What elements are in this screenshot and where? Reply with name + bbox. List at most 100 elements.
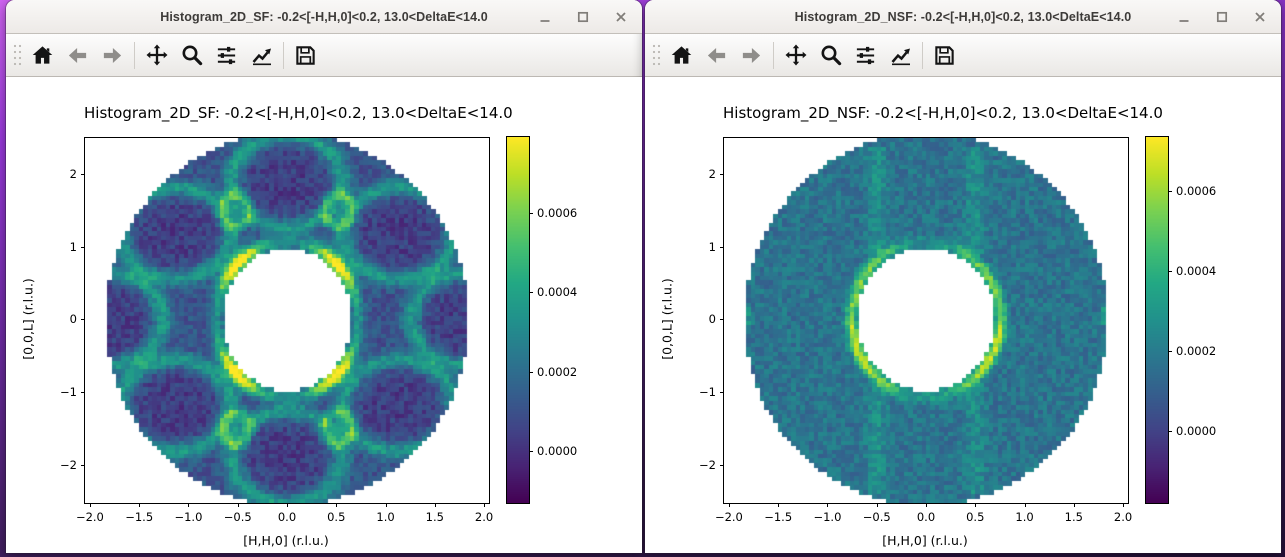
configure-subplots-button[interactable] bbox=[848, 38, 883, 72]
x-tick bbox=[778, 503, 780, 507]
figure-canvas-area: Histogram_2D_SF: -0.2<[-H,H,0]<0.2, 13.0… bbox=[6, 77, 642, 553]
x-tick bbox=[188, 503, 190, 507]
x-tick bbox=[89, 503, 91, 507]
save-button[interactable] bbox=[927, 38, 962, 72]
window-title: Histogram_2D_NSF: -0.2<[-H,H,0]<0.2, 13.… bbox=[794, 9, 1132, 24]
pan-button[interactable] bbox=[778, 38, 813, 72]
x-axis-label: [H,H,0] (r.l.u.) bbox=[882, 533, 968, 548]
zoom-button[interactable] bbox=[174, 38, 209, 72]
home-button[interactable] bbox=[664, 38, 699, 72]
back-button[interactable] bbox=[699, 38, 734, 72]
y-tick bbox=[81, 319, 85, 321]
x-tick bbox=[876, 503, 878, 507]
x-tick bbox=[728, 503, 730, 507]
window-histogram-2d-nsf: Histogram_2D_NSF: -0.2<[-H,H,0]<0.2, 13.… bbox=[645, 0, 1281, 553]
titlebar[interactable]: Histogram_2D_NSF: -0.2<[-H,H,0]<0.2, 13.… bbox=[645, 0, 1281, 34]
x-tick bbox=[287, 503, 288, 507]
heatmap-canvas-sf[interactable] bbox=[85, 138, 489, 503]
colorbar-canvas bbox=[507, 137, 529, 503]
edit-parameters-button[interactable] bbox=[883, 38, 918, 72]
toolbar-separator bbox=[283, 41, 284, 69]
colorbar-tick bbox=[529, 451, 533, 453]
colorbar-tick bbox=[1168, 351, 1172, 353]
y-tick-label: 1 bbox=[69, 239, 77, 254]
x-tick-label: 1.0 bbox=[1015, 510, 1034, 524]
y-tick-label: −2 bbox=[60, 457, 77, 472]
y-axis-label: [0,0,L] (r.l.u.) bbox=[659, 278, 675, 360]
matplotlib-toolbar bbox=[645, 34, 1281, 77]
colorbar-tick-label: 0.0004 bbox=[1176, 264, 1217, 279]
colorbar-tick bbox=[1168, 191, 1172, 193]
y-tick-label: 0 bbox=[708, 312, 716, 327]
x-tick-label: 0.5 bbox=[327, 510, 346, 524]
minimize-button[interactable] bbox=[1175, 8, 1193, 26]
y-tick bbox=[720, 464, 724, 466]
y-tick-label: 2 bbox=[708, 167, 716, 182]
x-tick bbox=[434, 503, 436, 507]
y-tick bbox=[720, 319, 724, 321]
x-tick-label: −2.0 bbox=[714, 510, 743, 524]
forward-button[interactable] bbox=[734, 38, 769, 72]
windows-row: Histogram_2D_SF: -0.2<[-H,H,0]<0.2, 13.0… bbox=[6, 0, 1281, 553]
colorbar-tick-label: 0.0000 bbox=[537, 444, 578, 459]
pan-button[interactable] bbox=[139, 38, 174, 72]
y-axis-label: [0,0,L] (r.l.u.) bbox=[20, 278, 36, 360]
colorbar-tick bbox=[1168, 431, 1172, 433]
close-button[interactable] bbox=[612, 8, 630, 26]
heatmap-canvas-nsf[interactable] bbox=[724, 138, 1128, 503]
maximize-button[interactable] bbox=[1213, 8, 1231, 26]
colorbar-tick bbox=[529, 371, 533, 373]
x-tick bbox=[1024, 503, 1026, 507]
x-tick bbox=[139, 503, 141, 507]
x-tick-label: 1.5 bbox=[1064, 510, 1083, 524]
figure-canvas-area: Histogram_2D_NSF: -0.2<[-H,H,0]<0.2, 13.… bbox=[645, 77, 1281, 553]
plot-title: Histogram_2D_NSF: -0.2<[-H,H,0]<0.2, 13.… bbox=[723, 104, 1163, 122]
configure-subplots-button[interactable] bbox=[209, 38, 244, 72]
toolbar-separator bbox=[922, 41, 923, 69]
colorbar-tick-label: 0.0002 bbox=[537, 364, 578, 379]
window-controls bbox=[1175, 0, 1269, 33]
x-tick bbox=[237, 503, 239, 507]
colorbar-tick bbox=[529, 213, 533, 215]
colorbar-canvas bbox=[1146, 137, 1168, 503]
x-tick-label: 2.0 bbox=[1113, 510, 1133, 524]
y-tick bbox=[81, 246, 85, 248]
zoom-button[interactable] bbox=[813, 38, 848, 72]
x-tick-label: −1.0 bbox=[174, 510, 203, 524]
window-histogram-2d-sf: Histogram_2D_SF: -0.2<[-H,H,0]<0.2, 13.0… bbox=[6, 0, 642, 553]
window-controls bbox=[536, 0, 630, 33]
x-tick bbox=[336, 503, 338, 507]
titlebar[interactable]: Histogram_2D_SF: -0.2<[-H,H,0]<0.2, 13.0… bbox=[6, 0, 642, 34]
edit-parameters-button[interactable] bbox=[244, 38, 279, 72]
colorbar-sf: 0.0000 0.0002 0.0004 0.0006 bbox=[506, 136, 577, 504]
colorbar-tick-label: 0.0006 bbox=[1176, 184, 1217, 199]
forward-button[interactable] bbox=[95, 38, 130, 72]
matplotlib-toolbar bbox=[6, 34, 642, 77]
y-tick-label: −1 bbox=[60, 384, 77, 399]
back-button[interactable] bbox=[60, 38, 95, 72]
x-tick-label: 0.0 bbox=[916, 510, 936, 524]
x-tick-label: 2.0 bbox=[474, 510, 494, 524]
colorbar-nsf: 0.0000 0.0002 0.0004 0.0006 bbox=[1145, 136, 1216, 504]
close-button[interactable] bbox=[1251, 8, 1269, 26]
save-button[interactable] bbox=[288, 38, 323, 72]
y-tick bbox=[720, 174, 724, 176]
x-tick bbox=[484, 503, 486, 507]
toolbar-drag-handle[interactable] bbox=[650, 42, 662, 68]
x-tick-label: 0.5 bbox=[966, 510, 985, 524]
x-tick-label: −2.0 bbox=[75, 510, 104, 524]
x-tick-label: 1.5 bbox=[425, 510, 444, 524]
x-tick bbox=[827, 503, 829, 507]
maximize-button[interactable] bbox=[574, 8, 592, 26]
x-tick bbox=[1073, 503, 1075, 507]
y-tick bbox=[81, 464, 85, 466]
toolbar-separator bbox=[773, 41, 774, 69]
toolbar-drag-handle[interactable] bbox=[11, 42, 23, 68]
y-tick bbox=[81, 391, 85, 393]
x-tick bbox=[1123, 503, 1125, 507]
toolbar-separator bbox=[134, 41, 135, 69]
colorbar-tick-label: 0.0002 bbox=[1176, 344, 1217, 359]
minimize-button[interactable] bbox=[536, 8, 554, 26]
home-button[interactable] bbox=[25, 38, 60, 72]
y-tick bbox=[720, 391, 724, 393]
